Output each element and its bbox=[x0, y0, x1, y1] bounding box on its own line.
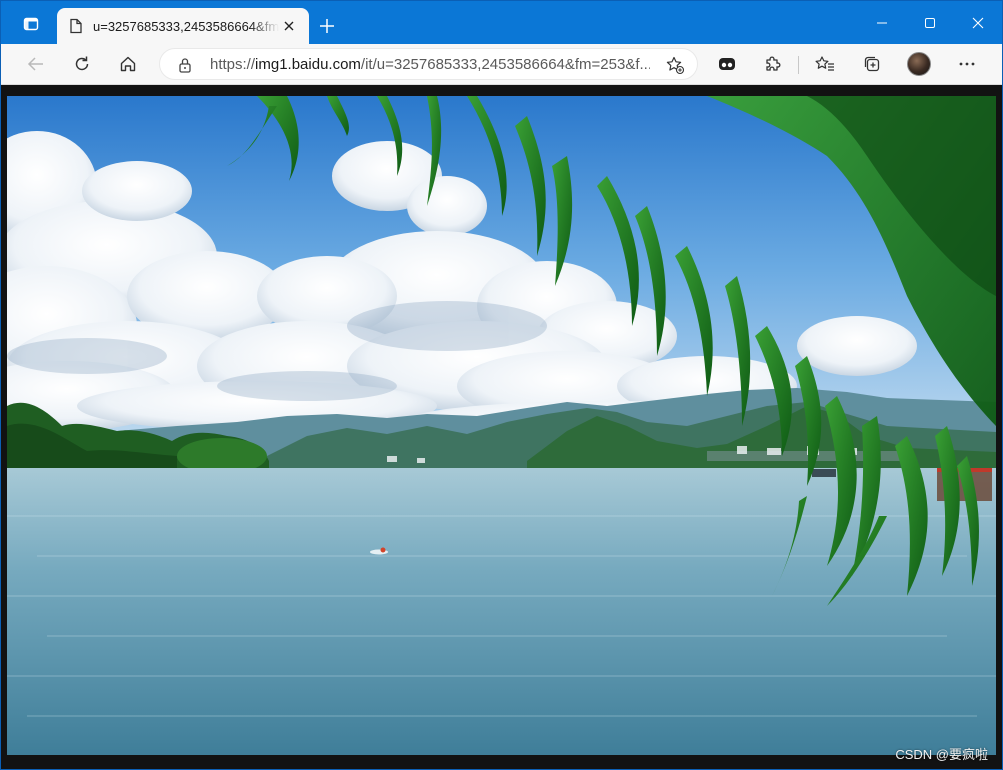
watermark: CSDN @要疯啦 bbox=[895, 747, 988, 762]
url-host: img1.baidu.com bbox=[255, 56, 361, 73]
window-controls bbox=[858, 1, 1002, 44]
address-bar[interactable]: https://img1.baidu.com/it/u=3257685333,2… bbox=[159, 48, 698, 80]
close-icon bbox=[284, 21, 294, 31]
url-scheme: https:// bbox=[210, 56, 256, 73]
plus-icon bbox=[320, 19, 334, 33]
toolbar: https://img1.baidu.com/it/u=3257685333,2… bbox=[1, 44, 1002, 85]
collections-icon bbox=[864, 56, 880, 72]
collections-button[interactable] bbox=[857, 50, 887, 78]
extension-mask-icon bbox=[719, 58, 735, 70]
window-close-icon bbox=[972, 17, 984, 28]
page-icon bbox=[70, 18, 82, 34]
refresh-button[interactable] bbox=[67, 50, 97, 78]
tab-close-button[interactable] bbox=[279, 16, 299, 36]
minimize-icon bbox=[877, 22, 887, 23]
browser-window: u=3257685333,2453586664&fm=253&fmt=auto bbox=[0, 0, 1003, 770]
title-bar: u=3257685333,2453586664&fm=253&fmt=auto bbox=[1, 1, 1002, 44]
landscape-illustration bbox=[7, 96, 996, 755]
page-content: CSDN @要疯啦 bbox=[1, 85, 1002, 769]
favorite-add-icon[interactable] bbox=[665, 55, 685, 75]
tab-title: u=3257685333,2453586664&fm=253&fmt=auto bbox=[93, 18, 279, 34]
favorites-icon bbox=[815, 56, 834, 71]
favorites-button[interactable] bbox=[810, 50, 840, 78]
minimize-button[interactable] bbox=[858, 1, 906, 44]
puzzle-icon bbox=[766, 56, 781, 71]
back-button[interactable] bbox=[21, 50, 51, 78]
new-tab-button[interactable] bbox=[314, 13, 340, 39]
lock-icon[interactable] bbox=[178, 57, 192, 73]
window-close-button[interactable] bbox=[954, 1, 1002, 44]
home-button[interactable] bbox=[113, 50, 143, 78]
avatar[interactable] bbox=[907, 52, 931, 76]
landscape-image bbox=[7, 96, 996, 755]
active-tab[interactable]: u=3257685333,2453586664&fm=253&fmt=auto bbox=[57, 8, 309, 44]
back-arrow-icon bbox=[27, 57, 43, 71]
home-icon bbox=[120, 56, 136, 72]
menu-button[interactable] bbox=[952, 50, 982, 78]
refresh-icon bbox=[75, 56, 89, 71]
extension-button[interactable] bbox=[712, 50, 742, 78]
url-text[interactable]: https://img1.baidu.com/it/u=3257685333,2… bbox=[210, 56, 650, 73]
maximize-button[interactable] bbox=[906, 1, 954, 44]
extensions-button[interactable] bbox=[758, 50, 788, 78]
maximize-icon bbox=[925, 17, 935, 28]
toolbar-divider bbox=[798, 56, 799, 74]
tab-actions-button[interactable] bbox=[9, 9, 53, 39]
tab-actions-icon bbox=[23, 17, 39, 31]
url-path: /it/u=3257685333,2453586664&fm=253&f... bbox=[360, 56, 650, 73]
more-icon bbox=[959, 62, 975, 66]
